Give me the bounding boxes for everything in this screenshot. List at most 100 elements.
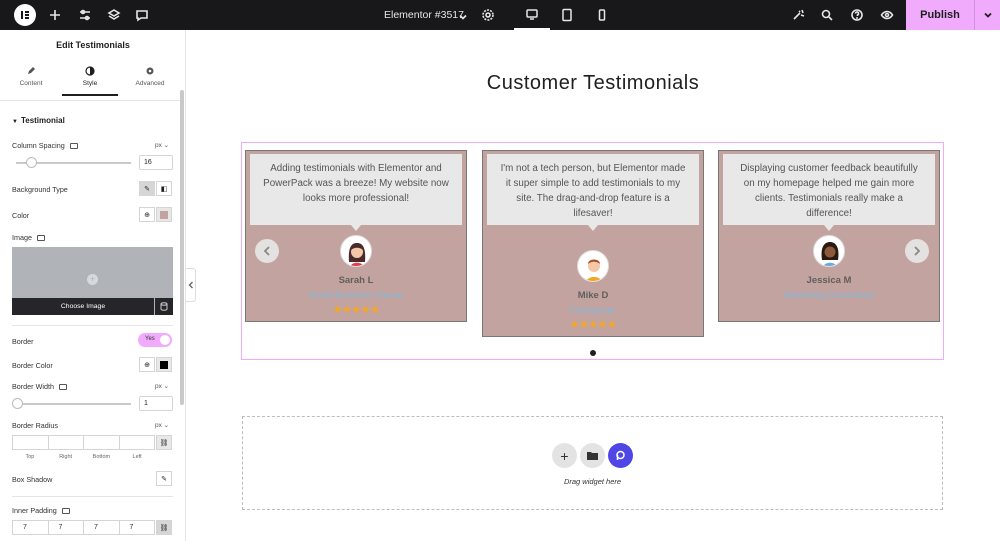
pencil-icon xyxy=(28,67,35,74)
border-color-picker-swatch[interactable] xyxy=(156,357,172,372)
responsive-monitor-icon[interactable] xyxy=(36,235,45,242)
elementor-logo-icon[interactable] xyxy=(14,4,36,26)
border-toggle[interactable]: Yes xyxy=(138,333,172,347)
folder-icon xyxy=(587,452,598,460)
help-icon[interactable] xyxy=(849,7,865,23)
background-gradient-button[interactable]: ◧ xyxy=(156,181,172,196)
collapse-panel-button[interactable] xyxy=(186,268,196,302)
drag-widget-hint: Drag widget here xyxy=(563,477,622,486)
add-template-button[interactable] xyxy=(580,443,605,468)
responsive-monitor-icon[interactable] xyxy=(58,384,67,391)
testimonial-card[interactable]: Displaying customer feedback beautifully… xyxy=(718,150,940,322)
box-shadow-edit-button[interactable]: ✎ xyxy=(156,471,172,486)
add-section-button[interactable]: + xyxy=(552,443,577,468)
tab-style[interactable]: Style xyxy=(62,64,118,96)
carousel-pagination-dot[interactable] xyxy=(590,350,596,356)
border-width-slider[interactable] xyxy=(12,398,131,409)
border-radius-bottom-input[interactable] xyxy=(84,436,120,449)
preview-eye-icon[interactable] xyxy=(879,7,895,23)
global-colors-button[interactable]: ⊕ xyxy=(139,207,155,222)
color-label: Color xyxy=(12,211,30,220)
tablet-view-icon[interactable] xyxy=(549,0,585,30)
border-radius-inputs[interactable] xyxy=(12,435,155,450)
column-spacing-label: Column Spacing xyxy=(12,141,78,150)
caret-down-icon: ▼ xyxy=(12,119,18,125)
background-classic-button[interactable]: ✎ xyxy=(139,181,155,196)
padding-right-input[interactable]: 7 xyxy=(49,521,84,534)
mobile-view-icon[interactable] xyxy=(584,0,620,30)
border-width-label: Border Width xyxy=(12,382,67,391)
comments-icon[interactable] xyxy=(134,7,150,23)
carousel-next-button[interactable] xyxy=(905,239,929,263)
testimonial-position: Marketing Consultant xyxy=(784,290,874,301)
border-radius-right-input[interactable] xyxy=(49,436,84,449)
link-values-button[interactable]: ⛓ xyxy=(156,435,172,450)
tabs-divider xyxy=(0,100,180,101)
responsive-monitor-icon[interactable] xyxy=(69,143,78,150)
document-title[interactable]: Elementor #3517 xyxy=(384,9,464,21)
border-width-input[interactable]: 1 xyxy=(139,396,173,411)
tab-content[interactable]: Content xyxy=(3,64,59,96)
border-width-slider-handle[interactable] xyxy=(12,398,23,409)
powerpack-templates-button[interactable] xyxy=(608,443,633,468)
contrast-icon xyxy=(85,66,95,76)
dynamic-tags-icon[interactable] xyxy=(155,298,173,315)
tab-advanced[interactable]: Advanced xyxy=(122,64,178,96)
testimonial-name: Jessica M xyxy=(806,275,852,286)
page-settings-gear-icon[interactable] xyxy=(480,7,496,23)
search-icon[interactable] xyxy=(819,7,835,23)
padding-bottom-input[interactable]: 7 xyxy=(84,521,120,534)
border-radius-top-input[interactable] xyxy=(13,436,49,449)
site-settings-icon[interactable] xyxy=(77,7,93,23)
choose-image-button[interactable]: Choose Image xyxy=(12,298,154,315)
testimonial-card[interactable]: Adding testimonials with Elementor and P… xyxy=(245,150,467,322)
avatar xyxy=(340,235,372,267)
publish-button[interactable]: Publish xyxy=(906,0,974,30)
border-radius-unit-select[interactable]: px ⌄ xyxy=(155,421,169,429)
structure-layers-icon[interactable] xyxy=(106,7,122,23)
border-color-swatch xyxy=(160,360,168,369)
column-spacing-input[interactable]: 16 xyxy=(139,155,173,170)
carousel-prev-button[interactable] xyxy=(255,239,279,263)
padding-top-input[interactable]: 7 xyxy=(13,521,49,534)
color-picker-swatch[interactable] xyxy=(156,207,172,222)
padding-left-input[interactable]: 7 xyxy=(120,521,155,534)
empty-section-dropzone[interactable]: + Drag widget here xyxy=(242,416,943,510)
tab-style-label: Style xyxy=(82,80,98,87)
column-spacing-unit: px xyxy=(155,142,162,149)
testimonial-card[interactable]: I'm not a tech person, but Elementor mad… xyxy=(482,150,704,337)
powerpack-icon xyxy=(616,450,625,460)
border-global-colors-button[interactable]: ⊕ xyxy=(139,357,155,372)
border-toggle-label: Yes xyxy=(145,336,155,342)
testimonial-text: I'm not a tech person, but Elementor mad… xyxy=(487,154,699,231)
panel-scrollbar[interactable] xyxy=(180,90,184,405)
chevron-right-icon xyxy=(914,246,921,256)
whats-new-icon[interactable] xyxy=(790,7,806,23)
inner-padding-inputs[interactable]: 7 7 7 7 xyxy=(12,520,155,535)
testimonial-position: Small Business Owner xyxy=(308,290,404,301)
responsive-monitor-icon[interactable] xyxy=(61,508,70,515)
column-spacing-unit-select[interactable]: px ⌄ xyxy=(155,141,169,149)
section-header-testimonial[interactable]: ▼ Testimonial xyxy=(12,116,65,125)
add-image-plus-icon[interactable]: + xyxy=(87,274,98,285)
page-heading[interactable]: Customer Testimonials xyxy=(186,72,1000,95)
globe-icon: ⊕ xyxy=(144,211,150,219)
editor-panel: Edit Testimonials Content Style Advanced… xyxy=(0,30,186,541)
image-picker[interactable]: + Choose Image xyxy=(12,247,173,315)
image-label-text: Image xyxy=(12,233,32,242)
column-spacing-slider[interactable] xyxy=(16,157,131,168)
chevron-down-icon[interactable] xyxy=(458,9,468,20)
gear-icon xyxy=(146,67,154,75)
top-bar: Elementor #3517 Publish xyxy=(0,0,1000,30)
column-spacing-slider-handle[interactable] xyxy=(26,157,37,168)
desktop-view-icon[interactable] xyxy=(514,0,550,30)
publish-options-chevron-icon[interactable] xyxy=(974,0,1000,30)
add-element-icon[interactable] xyxy=(47,7,63,23)
border-radius-unit: px xyxy=(155,422,162,429)
border-width-unit-select[interactable]: px ⌄ xyxy=(155,382,169,390)
color-swatch xyxy=(160,210,168,219)
border-radius-left-input[interactable] xyxy=(120,436,155,449)
inner-padding-text: Inner Padding xyxy=(12,506,57,515)
padding-link-values-button[interactable]: ⛓ xyxy=(156,520,172,535)
border-radius-label: Border Radius xyxy=(12,421,58,430)
